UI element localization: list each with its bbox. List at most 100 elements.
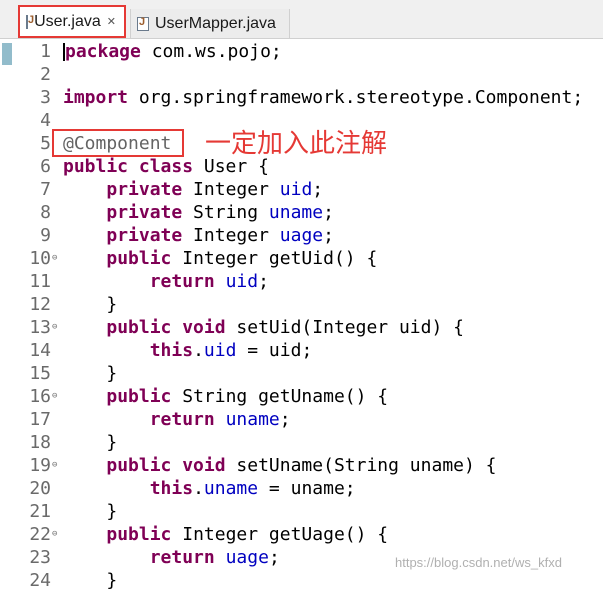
code-line[interactable]: this.uid = uid; — [63, 339, 313, 362]
code-token: com.ws.pojo; — [140, 41, 282, 62]
fold-toggle-icon[interactable]: ⊖ — [52, 523, 57, 546]
code-token: setUid(Integer uid) { — [225, 317, 464, 338]
code-token: return — [149, 409, 215, 430]
code-token: return — [149, 547, 215, 568]
code-token: Integer — [182, 179, 280, 200]
line-number: 7 — [40, 179, 51, 200]
code-token: } — [63, 363, 118, 384]
code-line[interactable]: } — [63, 362, 117, 385]
code-token: uid — [225, 271, 259, 292]
code-token: public — [106, 248, 172, 269]
tab-user-java[interactable]: User.java ✕ — [18, 5, 126, 38]
code-token: ; — [323, 202, 334, 223]
close-icon[interactable]: ✕ — [107, 15, 116, 28]
code-token: private — [106, 179, 183, 200]
annotation-note: 一定加入此注解 — [205, 129, 388, 159]
fold-toggle-icon[interactable]: ⊖ — [52, 316, 57, 339]
editor-tab-bar: User.java ✕ UserMapper.java — [0, 0, 603, 39]
code-token: uage — [225, 547, 269, 568]
tab-usermapper-java[interactable]: UserMapper.java — [130, 9, 290, 38]
line-number: 20 — [29, 478, 51, 499]
code-line[interactable]: this.uname = uname; — [63, 477, 356, 500]
line-number: 18 — [29, 432, 51, 453]
line-number: 10 — [29, 248, 51, 269]
code-token: public class — [63, 156, 194, 177]
line-number: 15 — [29, 363, 51, 384]
code-line[interactable]: public void setUname(String uname) { — [63, 454, 496, 477]
line-number: 9 — [40, 225, 51, 246]
line-number: 1 — [40, 41, 51, 62]
code-token: return — [149, 271, 215, 292]
line-number: 16 — [29, 386, 51, 407]
line-number: 12 — [29, 294, 51, 315]
code-token: import — [63, 87, 129, 108]
code-line[interactable]: package com.ws.pojo; — [63, 40, 282, 63]
code-token: } — [63, 432, 118, 453]
code-line[interactable]: return uname; — [63, 408, 291, 431]
code-line[interactable]: } — [63, 431, 117, 454]
code-token: = uname; — [258, 478, 356, 499]
line-number: 19 — [29, 455, 51, 476]
fold-toggle-icon[interactable]: ⊖ — [52, 247, 57, 270]
code-line[interactable]: private String uname; — [63, 201, 334, 224]
line-number: 22 — [29, 524, 51, 545]
line-number: 6 — [40, 156, 51, 177]
code-token: uname — [203, 478, 259, 499]
code-line[interactable]: } — [63, 569, 117, 592]
code-line[interactable]: public Integer getUid() { — [63, 247, 377, 270]
code-token: Integer getUage() { — [171, 524, 389, 545]
code-line[interactable]: private Integer uid; — [63, 178, 323, 201]
code-token: org.springframework.stereotype.Component… — [128, 87, 584, 108]
code-line[interactable]: private Integer uage; — [63, 224, 334, 247]
code-token: . — [193, 478, 204, 499]
code-token: this — [149, 340, 194, 361]
code-line[interactable]: } — [63, 293, 117, 316]
code-token: Integer — [182, 225, 280, 246]
code-token: public void — [106, 317, 226, 338]
code-token: public — [106, 386, 172, 407]
code-line[interactable]: return uage; — [63, 546, 280, 569]
line-number: 3 — [40, 87, 51, 108]
fold-toggle-icon[interactable]: ⊖ — [52, 385, 57, 408]
line-number: 4 — [40, 110, 51, 131]
line-number: 17 — [29, 409, 51, 430]
tab-label: User.java — [34, 12, 101, 30]
code-line[interactable]: } — [63, 500, 117, 523]
code-token: String getUname() { — [171, 386, 389, 407]
code-line[interactable]: return uid; — [63, 270, 269, 293]
code-line[interactable]: public Integer getUage() { — [63, 523, 388, 546]
java-file-icon — [26, 14, 34, 29]
watermark: https://blog.csdn.net/ws_kfxd — [395, 555, 562, 570]
code-editor[interactable]: package com.ws.pojo; import org.springfra… — [63, 39, 603, 591]
java-file-icon — [137, 16, 149, 31]
code-line[interactable]: import org.springframework.stereotype.Co… — [63, 86, 583, 109]
line-number: 24 — [29, 570, 51, 591]
line-number: 2 — [40, 64, 51, 85]
code-token: public — [106, 524, 172, 545]
line-number: 21 — [29, 501, 51, 522]
code-token: uname — [225, 409, 280, 430]
code-token: } — [63, 501, 118, 522]
current-line-marker — [2, 43, 12, 65]
code-line[interactable]: public String getUname() { — [63, 385, 388, 408]
code-token: public void — [106, 455, 226, 476]
code-line[interactable]: public void setUid(Integer uid) { — [63, 316, 464, 339]
line-number: 14 — [29, 340, 51, 361]
code-token: package — [65, 41, 141, 62]
line-number: 5 — [40, 133, 51, 154]
line-number: 11 — [29, 271, 51, 292]
code-token: String — [182, 202, 269, 223]
code-token: . — [193, 340, 204, 361]
fold-toggle-icon[interactable]: ⊖ — [52, 454, 57, 477]
